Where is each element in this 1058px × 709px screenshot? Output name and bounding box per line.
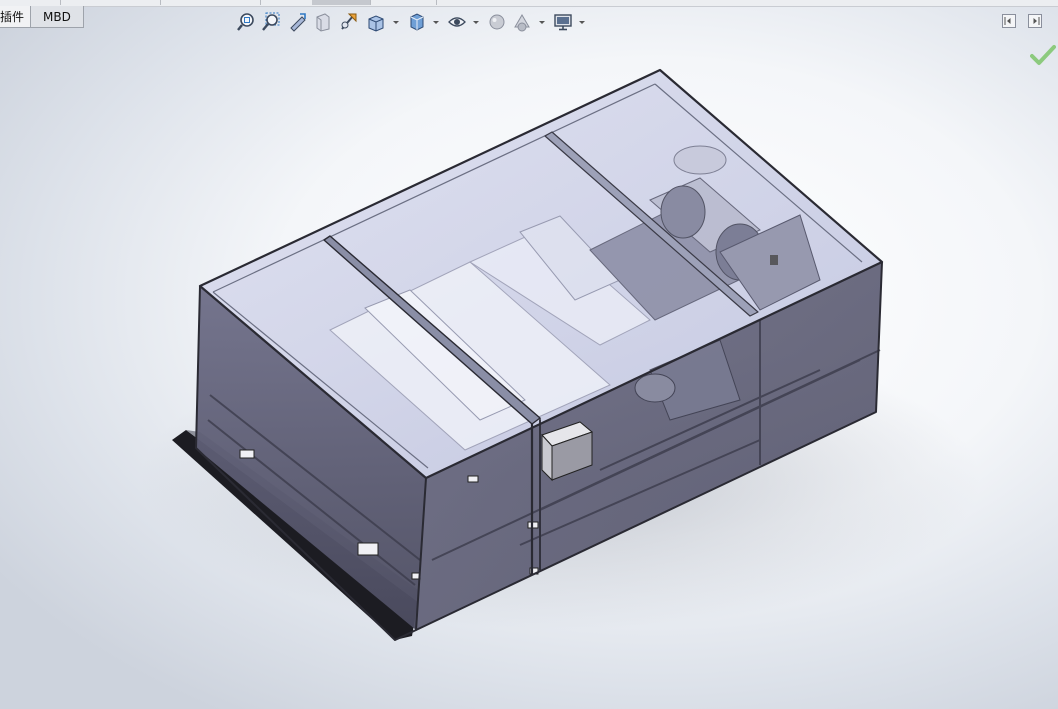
dynamic-annotation-icon[interactable]: [339, 11, 359, 33]
model-viewport[interactable]: [0, 0, 1058, 709]
view-settings-dropdown[interactable]: [578, 11, 586, 33]
edit-appearance-icon[interactable]: [487, 11, 507, 33]
apply-scene-icon[interactable]: [512, 11, 532, 33]
view-settings-icon[interactable]: [553, 11, 573, 33]
apply-scene-dropdown[interactable]: [538, 11, 546, 33]
display-style-icon[interactable]: [407, 11, 427, 33]
expand-right-panel-icon[interactable]: [1028, 14, 1042, 28]
heads-up-view-toolbar: [0, 11, 600, 33]
view-orientation-dropdown[interactable]: [392, 11, 400, 33]
section-view-icon[interactable]: [313, 11, 333, 33]
hide-show-items-icon[interactable]: [447, 11, 467, 33]
display-style-dropdown[interactable]: [432, 11, 440, 33]
view-orientation-icon[interactable]: [366, 11, 386, 33]
previous-view-icon[interactable]: [288, 11, 308, 33]
collapse-left-panel-icon[interactable]: [1002, 14, 1016, 28]
zoom-to-area-icon[interactable]: [261, 11, 281, 33]
hide-show-items-dropdown[interactable]: [472, 11, 480, 33]
confirm-check-icon[interactable]: [1030, 44, 1056, 66]
zoom-to-fit-icon[interactable]: [236, 11, 256, 33]
